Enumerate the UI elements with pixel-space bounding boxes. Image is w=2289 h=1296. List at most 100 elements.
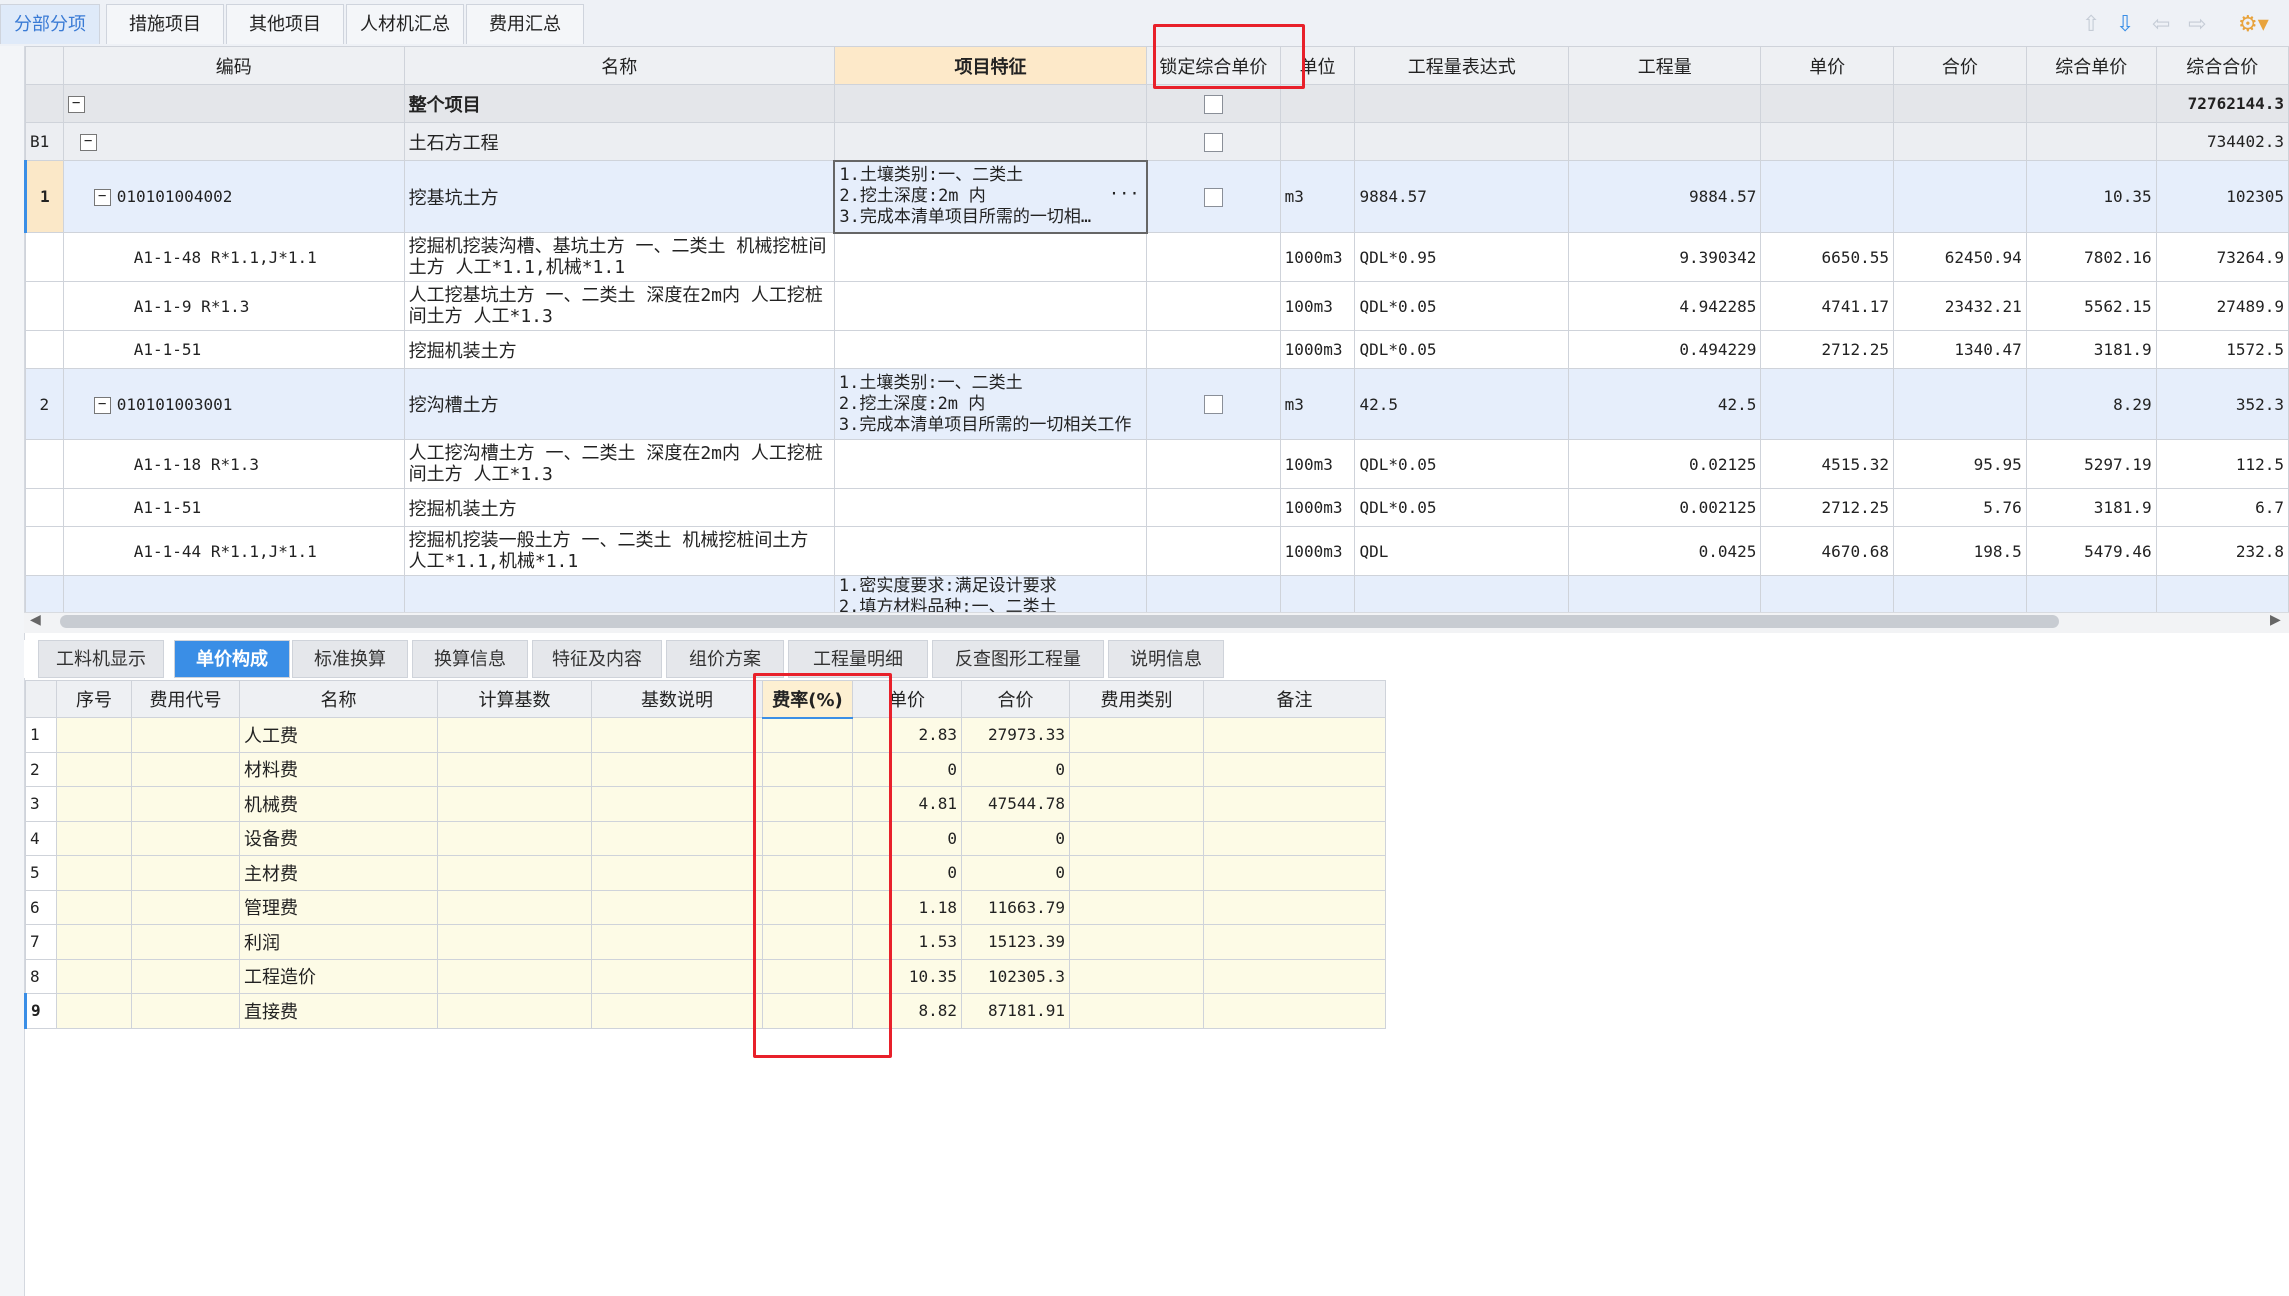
table-row[interactable]: 7 利润 1.53 15123.39 — [25, 924, 1386, 960]
settings-icon[interactable]: ⚙▾ — [2238, 12, 2269, 37]
sub-col-category[interactable]: 费用类别 — [1069, 680, 1204, 718]
price-composition-grid: 序号 费用代号 名称 计算基数 基数说明 费率(%) 单价 合价 费用类别 备注… — [24, 680, 1386, 1029]
tab-cuoshixiangmu[interactable]: 措施项目 — [106, 4, 224, 44]
table-row[interactable]: 2 −010101003001 挖沟槽土方 1.土壤类别:一、二类土 2.挖土深… — [25, 368, 2289, 440]
row-index: 1 — [24, 160, 64, 233]
arrow-left-icon[interactable]: ⇦ — [2152, 12, 2170, 37]
arrow-down-icon[interactable]: ⇩ — [2116, 12, 2134, 37]
col-price[interactable]: 单价 — [1760, 46, 1894, 85]
col-unit-price[interactable]: 综合单价 — [2025, 46, 2157, 85]
row-price: 4741.17 — [1760, 281, 1894, 331]
scroll-left-icon[interactable]: ◀ — [30, 612, 41, 628]
row-name: 挖掘机挖装一般土方 一、二类土 机械挖桩间土方 人工*1.1,机械*1.1 — [403, 526, 835, 576]
lock-checkbox[interactable] — [1203, 395, 1223, 414]
collapse-icon[interactable]: − — [79, 134, 97, 151]
row-expr[interactable]: 9884.57 — [1354, 160, 1570, 233]
row-amount — [1892, 160, 2027, 233]
col-amount[interactable]: 合价 — [1892, 46, 2027, 85]
sub-col-amount[interactable]: 合价 — [961, 680, 1070, 718]
row-qty: 9.390342 — [1568, 232, 1762, 282]
row-expr[interactable]: QDL*0.05 — [1354, 330, 1570, 369]
sub-col-name[interactable]: 名称 — [239, 680, 438, 718]
row-expr[interactable]: 42.5 — [1354, 368, 1570, 440]
sub-col-base-desc[interactable]: 基数说明 — [591, 680, 763, 718]
tab-feiyonghuizong[interactable]: 费用汇总 — [466, 4, 584, 44]
tab-shuomingxinxi[interactable]: 说明信息 — [1108, 640, 1224, 678]
sub-col-seq[interactable]: 序号 — [56, 680, 132, 718]
table-row[interactable]: 1 人工费 2.83 27973.33 — [25, 717, 1386, 753]
row-code: A1-1-9 R*1.3 — [62, 281, 405, 331]
lock-checkbox[interactable] — [1203, 132, 1223, 152]
col-expr[interactable]: 工程量表达式 — [1354, 46, 1570, 85]
collapse-icon[interactable]: − — [93, 189, 111, 206]
row-unit-price: 5479.46 — [2025, 526, 2157, 576]
collapse-icon[interactable]: − — [67, 96, 85, 113]
row-code: 010101004002 — [116, 187, 233, 206]
row-name: 土石方工程 — [403, 122, 835, 161]
table-row[interactable]: A1-1-9 R*1.3 人工挖基坑土方 一、二类土 深度在2m内 人工挖桩间土… — [25, 281, 2289, 331]
lock-checkbox[interactable] — [1204, 187, 1224, 207]
row-expr[interactable]: QDL — [1354, 526, 1570, 576]
row-price: 2712.25 — [1760, 488, 1894, 527]
scrollbar-thumb[interactable] — [60, 615, 2059, 628]
tab-fenbufenxiang[interactable]: 分部分项 — [0, 4, 100, 44]
table-row[interactable]: 1 −010101004002 挖基坑土方 1.土壤类别:一、二类土 2.挖土深… — [24, 159, 2289, 234]
lock-checkbox[interactable] — [1203, 94, 1223, 114]
table-row[interactable]: − 整个项目 72762144.3 — [25, 84, 2289, 123]
table-row[interactable]: B1 − 土石方工程 734402.3 — [25, 122, 2289, 161]
tab-qitaxiangmu[interactable]: 其他项目 — [226, 4, 344, 44]
row-total: 73264.9 — [2155, 232, 2289, 282]
table-row[interactable]: A1-1-44 R*1.1,J*1.1 挖掘机挖装一般土方 一、二类土 机械挖桩… — [25, 526, 2289, 576]
col-code[interactable]: 编码 — [62, 46, 405, 85]
table-row[interactable]: 5 主材费 0 0 — [25, 855, 1386, 891]
tab-huansuanxinxi[interactable]: 换算信息 — [412, 640, 528, 678]
tab-danjiagoucheng[interactable]: 单价构成 — [174, 640, 290, 678]
col-feature[interactable]: 项目特征 — [833, 46, 1148, 85]
row-price: 4670.68 — [1760, 526, 1894, 576]
table-row[interactable]: 8 工程造价 10.35 102305.3 — [25, 958, 1386, 994]
row-price: 2712.25 — [1760, 330, 1894, 369]
row-total: 232.8 — [2155, 526, 2289, 576]
table-row[interactable]: 4 设备费 0 0 — [25, 820, 1386, 856]
arrow-right-icon[interactable]: ⇨ — [2188, 12, 2206, 37]
arrow-up-icon[interactable]: ⇧ — [2082, 12, 2100, 37]
row-unit: 1000m3 — [1279, 330, 1356, 369]
table-row[interactable]: 6 管理费 1.18 11663.79 — [25, 889, 1386, 925]
col-total[interactable]: 综合合价 — [2155, 46, 2289, 85]
row-qty: 0.002125 — [1568, 488, 1762, 527]
row-name: 整个项目 — [403, 84, 835, 123]
tab-biaozhunhuansuan[interactable]: 标准换算 — [292, 640, 408, 678]
tab-fanchatuxing[interactable]: 反查图形工程量 — [932, 640, 1104, 678]
col-name[interactable]: 名称 — [403, 46, 835, 85]
col-qty[interactable]: 工程量 — [1568, 46, 1762, 85]
table-row[interactable]: A1-1-48 R*1.1,J*1.1 挖掘机挖装沟槽、基坑土方 一、二类土 机… — [25, 232, 2289, 282]
row-feature[interactable]: 1.土壤类别:一、二类土 2.挖土深度:2m 内 3.完成本清单项目所需的一切相… — [833, 159, 1148, 234]
row-unit-price: 7802.16 — [2025, 232, 2157, 282]
row-unit: 100m3 — [1279, 281, 1356, 331]
row-qty: 42.5 — [1568, 368, 1762, 440]
table-row[interactable]: A1-1-51 挖掘机装土方 1000m3 QDL*0.05 0.002125 … — [25, 488, 2289, 527]
sub-col-code[interactable]: 费用代号 — [131, 680, 240, 718]
table-row[interactable]: 3 机械费 4.81 47544.78 — [25, 786, 1386, 822]
row-total: 72762144.3 — [2155, 84, 2289, 123]
row-expr[interactable]: QDL*0.05 — [1354, 488, 1570, 527]
tab-gongliaoji[interactable]: 工料机显示 — [38, 640, 164, 678]
corner-header — [25, 46, 64, 85]
table-row[interactable]: A1-1-51 挖掘机装土方 1000m3 QDL*0.05 0.494229 … — [25, 330, 2289, 369]
more-button[interactable]: ··· — [1109, 184, 1140, 205]
scroll-right-icon[interactable]: ▶ — [2270, 612, 2281, 628]
row-amount: 1340.47 — [1892, 330, 2027, 369]
row-expr[interactable]: QDL*0.05 — [1354, 439, 1570, 489]
sub-col-base[interactable]: 计算基数 — [437, 680, 592, 718]
row-feature[interactable]: 1.土壤类别:一、二类土 2.挖土深度:2m 内 3.完成本清单项目所需的一切相… — [833, 368, 1148, 440]
collapse-icon[interactable]: − — [93, 396, 111, 414]
sub-col-remark[interactable]: 备注 — [1203, 680, 1386, 718]
row-name: 挖掘机装土方 — [403, 330, 835, 369]
table-row[interactable]: 9 直接费 8.82 87181.91 — [24, 993, 1386, 1029]
table-row[interactable]: 2 材料费 0 0 — [25, 751, 1386, 787]
tab-rencaijihuizong[interactable]: 人材机汇总 — [346, 4, 464, 44]
tab-tezhengjineirong[interactable]: 特征及内容 — [532, 640, 662, 678]
row-expr[interactable]: QDL*0.05 — [1354, 281, 1570, 331]
table-row[interactable]: A1-1-18 R*1.3 人工挖沟槽土方 一、二类土 深度在2m内 人工挖桩间… — [25, 439, 2289, 489]
row-expr[interactable]: QDL*0.95 — [1354, 232, 1570, 282]
